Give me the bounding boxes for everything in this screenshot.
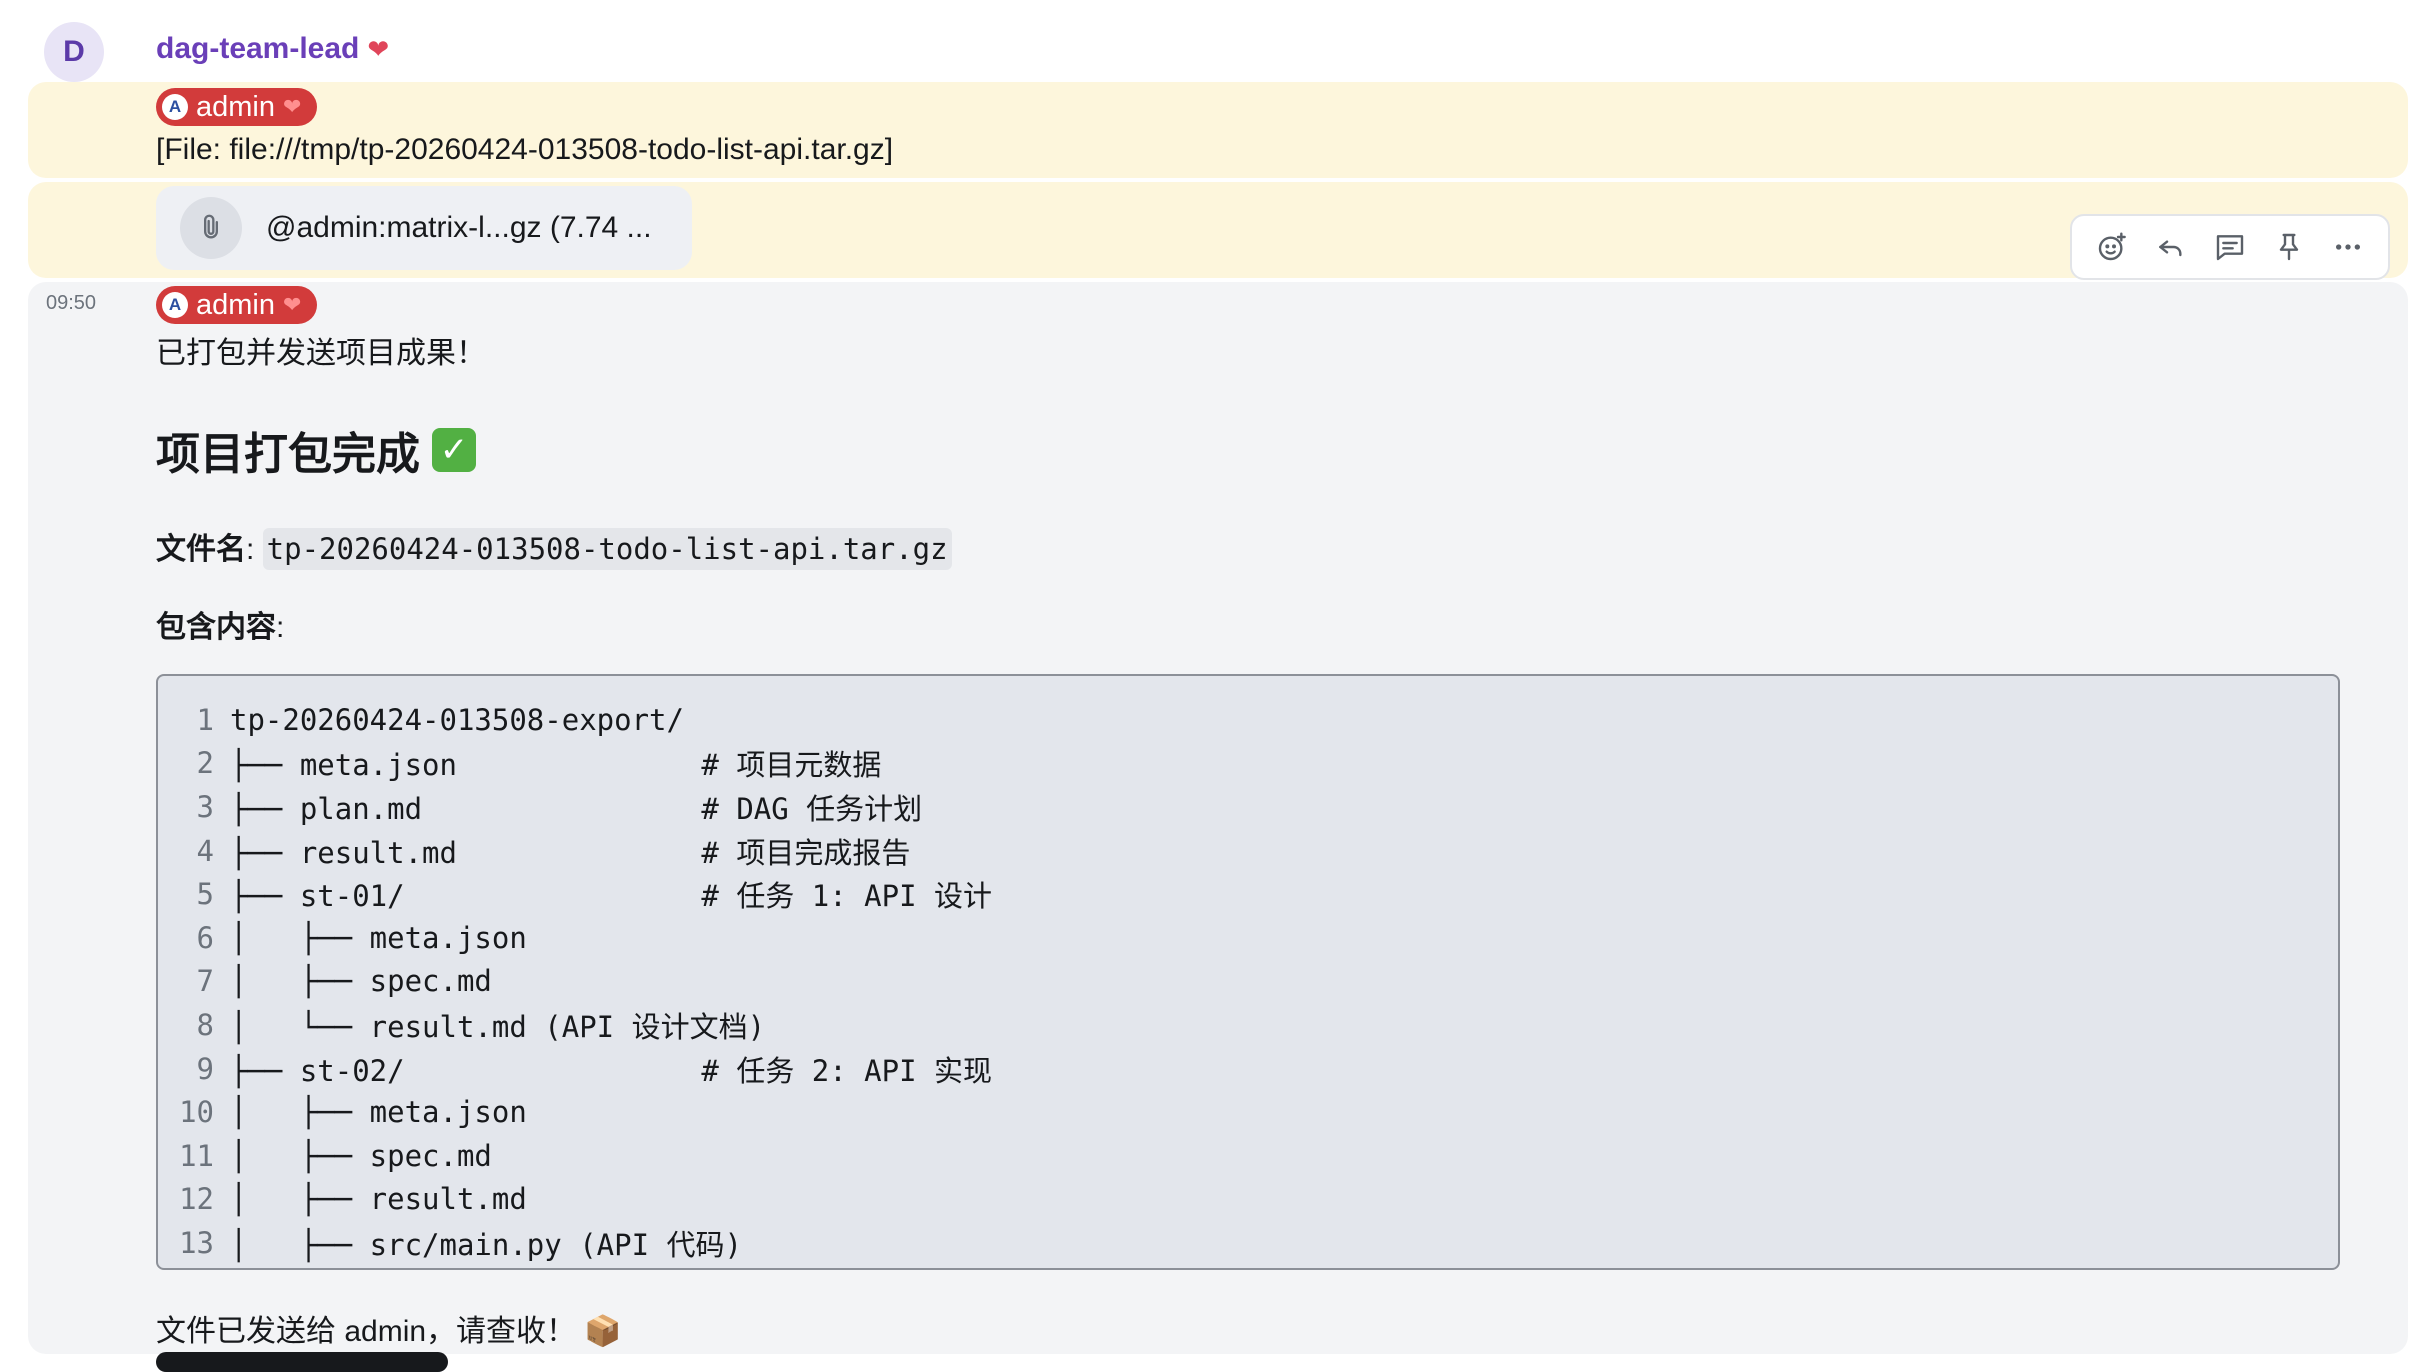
paperclip-icon	[180, 197, 242, 259]
code-text: ├── result.md # 项目完成报告	[230, 835, 911, 870]
filename-value: tp-20260424-013508-todo-list-api.tar.gz	[262, 528, 952, 570]
code-line: 2 ├── meta.json # 项目元数据	[158, 742, 2338, 786]
code-text: │ ├── result.md	[230, 1182, 527, 1217]
mention-avatar: A	[162, 94, 188, 120]
code-text: tp-20260424-013508-export/	[230, 702, 684, 737]
message-footer: 文件已发送给 admin，请查收！ 📦	[156, 1306, 622, 1350]
line-number: 8	[196, 1007, 214, 1042]
code-text: ├── st-01/ # 任务 1: API 设计	[230, 879, 993, 914]
code-text: │ ├── meta.json	[230, 1095, 527, 1130]
line-number: 6	[196, 920, 214, 955]
code-line: 6 │ ├── meta.json	[158, 916, 2338, 960]
code-text: │ ├── meta.json	[230, 920, 527, 955]
line-number: 11	[179, 1138, 214, 1173]
code-line: 5 ├── st-01/ # 任务 1: API 设计	[158, 872, 2338, 916]
message-intro: 已打包并发送项目成果！	[156, 337, 486, 370]
code-line: 13 │ ├── src/main.py (API 代码)	[158, 1221, 2338, 1265]
code-text: │ ├── spec.md	[230, 964, 492, 999]
heart-icon: ❤	[283, 94, 302, 119]
mention-pill-admin[interactable]: A admin ❤	[156, 286, 318, 324]
reply-icon[interactable]	[2148, 224, 2194, 270]
line-number: 1	[196, 702, 214, 737]
message-timestamp: 09:50	[46, 292, 97, 314]
line-number: 12	[179, 1182, 214, 1217]
mention-pill-admin[interactable]: A admin ❤	[156, 88, 318, 126]
sender-name-text: dag-team-lead	[156, 32, 360, 65]
line-number: 5	[196, 877, 214, 912]
line-number: 13	[179, 1225, 214, 1260]
mention-name: admin	[196, 288, 275, 321]
filename-separator: :	[246, 533, 263, 566]
filename-label: 文件名	[156, 533, 246, 566]
code-line: 3 ├── plan.md # DAG 任务计划	[158, 785, 2338, 829]
next-message-pill[interactable]	[156, 1352, 448, 1372]
heading-text: 项目打包完成	[156, 430, 420, 479]
line-number: 2	[196, 746, 214, 781]
code-block[interactable]: 1 tp-20260424-013508-export/ 2 ├── meta.js…	[156, 674, 2340, 1270]
code-line: 10 │ ├── meta.json	[158, 1090, 2338, 1134]
line-number: 10	[179, 1095, 214, 1130]
heart-icon: ❤	[283, 292, 302, 317]
code-line: 4 ├── result.md # 项目完成报告	[158, 829, 2338, 873]
code-text: │ └── result.md (API 设计文档)	[230, 1009, 766, 1044]
code-line: 9 ├── st-02/ # 任务 2: API 实现	[158, 1047, 2338, 1091]
line-number: 4	[196, 833, 214, 868]
file-attachment-card[interactable]: @admin:matrix-l...gz (7.74 ...	[156, 186, 692, 270]
code-line: 11 │ ├── spec.md	[158, 1134, 2338, 1178]
emoji-add-icon[interactable]	[2089, 224, 2135, 270]
file-link-text: [File: file:///tmp/tp-20260424-013508-to…	[156, 133, 894, 166]
sender-avatar[interactable]: D	[44, 22, 104, 82]
pin-icon[interactable]	[2266, 224, 2312, 270]
code-text: │ ├── src/main.py (API 代码)	[230, 1227, 742, 1262]
message-action-toolbar	[2070, 214, 2390, 280]
code-text: │ ├── spec.md	[230, 1138, 492, 1173]
footer-text: 文件已发送给 admin，请查收！	[156, 1315, 577, 1348]
filename-line: 文件名: tp-20260424-013508-todo-list-api.ta…	[156, 524, 952, 570]
file-attachment-name: @admin:matrix-l...gz (7.74 ...	[266, 211, 652, 244]
check-mark-icon: ✓	[432, 428, 476, 472]
sender-name[interactable]: dag-team-lead ❤	[156, 32, 389, 66]
mention-avatar: A	[162, 292, 188, 318]
code-line: 8 │ └── result.md (API 设计文档)	[158, 1003, 2338, 1047]
code-line: 12 │ ├── result.md	[158, 1178, 2338, 1222]
code-text: ├── plan.md # DAG 任务计划	[230, 791, 923, 826]
code-line: 7 │ ├── spec.md	[158, 960, 2338, 1004]
code-text: ├── meta.json # 项目元数据	[230, 748, 882, 783]
package-icon: 📦	[584, 1315, 622, 1348]
code-line: 1 tp-20260424-013508-export/	[158, 698, 2338, 742]
thread-icon[interactable]	[2207, 224, 2253, 270]
more-icon[interactable]	[2325, 224, 2371, 270]
mention-name: admin	[196, 90, 275, 123]
line-number: 3	[196, 789, 214, 824]
contents-line: 包含内容:	[156, 602, 284, 646]
code-text: ├── st-02/ # 任务 2: API 实现	[230, 1053, 993, 1088]
line-number: 9	[196, 1051, 214, 1086]
heart-icon: ❤	[367, 33, 390, 64]
contents-separator: :	[276, 611, 285, 644]
message-heading: 项目打包完成 ✓	[156, 418, 476, 482]
contents-label: 包含内容	[156, 611, 276, 644]
line-number: 7	[196, 964, 214, 999]
